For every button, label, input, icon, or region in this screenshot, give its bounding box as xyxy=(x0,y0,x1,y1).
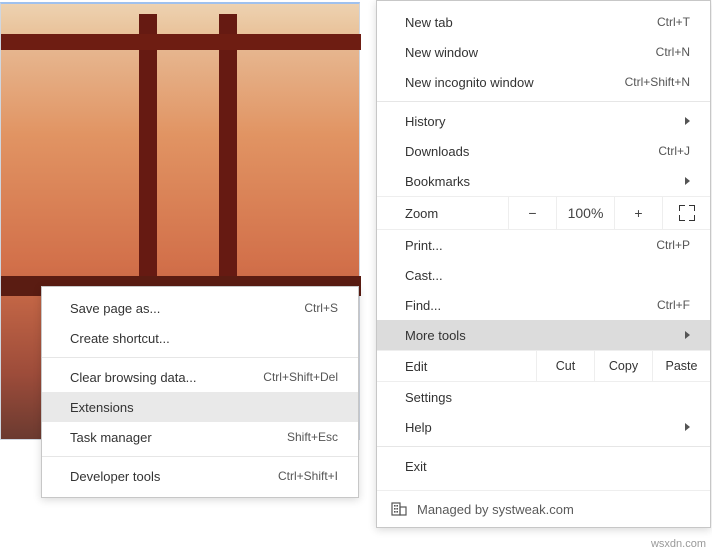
menu-new-incognito[interactable]: New incognito window Ctrl+Shift+N xyxy=(377,67,710,97)
edit-label: Edit xyxy=(377,351,536,381)
menu-label: Bookmarks xyxy=(405,174,677,189)
submenu-extensions[interactable]: Extensions xyxy=(42,392,358,422)
menu-find[interactable]: Find... Ctrl+F xyxy=(377,290,710,320)
menu-more-tools[interactable]: More tools xyxy=(377,320,710,350)
zoom-row: Zoom − 100% + xyxy=(377,196,710,230)
menu-accel: Ctrl+Shift+Del xyxy=(263,370,338,384)
menu-accel: Ctrl+J xyxy=(658,144,690,158)
menu-label: New window xyxy=(405,45,656,60)
menu-label: Exit xyxy=(405,459,690,474)
menu-label: Save page as... xyxy=(70,301,304,316)
menu-history[interactable]: History xyxy=(377,106,710,136)
menu-exit[interactable]: Exit xyxy=(377,451,710,481)
menu-print[interactable]: Print... Ctrl+P xyxy=(377,230,710,260)
submenu-create-shortcut[interactable]: Create shortcut... xyxy=(42,323,358,353)
edit-paste[interactable]: Paste xyxy=(652,351,710,381)
menu-label: Help xyxy=(405,420,677,435)
zoom-label: Zoom xyxy=(377,206,508,221)
menu-label: New tab xyxy=(405,15,657,30)
menu-accel: Ctrl+T xyxy=(657,15,690,29)
menu-label: Create shortcut... xyxy=(70,331,338,346)
fullscreen-icon xyxy=(679,205,695,221)
edit-cut[interactable]: Cut xyxy=(536,351,594,381)
menu-new-window[interactable]: New window Ctrl+N xyxy=(377,37,710,67)
separator xyxy=(42,357,358,358)
submenu-arrow-icon xyxy=(685,177,690,185)
menu-accel: Ctrl+P xyxy=(656,238,690,252)
menu-accel: Ctrl+Shift+I xyxy=(278,469,338,483)
menu-label: Clear browsing data... xyxy=(70,370,263,385)
menu-label: Developer tools xyxy=(70,469,278,484)
menu-label: New incognito window xyxy=(405,75,625,90)
menu-cast[interactable]: Cast... xyxy=(377,260,710,290)
menu-downloads[interactable]: Downloads Ctrl+J xyxy=(377,136,710,166)
menu-label: History xyxy=(405,114,677,129)
menu-label: Settings xyxy=(405,390,690,405)
submenu-task-manager[interactable]: Task manager Shift+Esc xyxy=(42,422,358,452)
edit-copy[interactable]: Copy xyxy=(594,351,652,381)
separator xyxy=(377,446,710,447)
menu-label: More tools xyxy=(405,328,677,343)
menu-accel: Shift+Esc xyxy=(287,430,338,444)
main-menu: New tab Ctrl+T New window Ctrl+N New inc… xyxy=(376,0,711,528)
menu-label: Task manager xyxy=(70,430,287,445)
submenu-clear-browsing[interactable]: Clear browsing data... Ctrl+Shift+Del xyxy=(42,362,358,392)
zoom-out-button[interactable]: − xyxy=(508,197,556,229)
menu-accel: Ctrl+S xyxy=(304,301,338,315)
fullscreen-button[interactable] xyxy=(662,197,710,229)
menu-label: Downloads xyxy=(405,144,658,159)
watermark: wsxdn.com xyxy=(651,538,706,550)
menu-label: Cast... xyxy=(405,268,690,283)
zoom-percent: 100% xyxy=(556,197,614,229)
edit-row: Edit Cut Copy Paste xyxy=(377,350,710,382)
menu-new-tab[interactable]: New tab Ctrl+T xyxy=(377,7,710,37)
more-tools-submenu: Save page as... Ctrl+S Create shortcut..… xyxy=(41,286,359,498)
organization-icon xyxy=(391,501,407,517)
menu-label: Extensions xyxy=(70,400,338,415)
menu-label: Print... xyxy=(405,238,656,253)
zoom-in-button[interactable]: + xyxy=(614,197,662,229)
menu-accel: Ctrl+N xyxy=(656,45,690,59)
managed-label: Managed by systweak.com xyxy=(417,502,574,517)
submenu-arrow-icon xyxy=(685,331,690,339)
menu-settings[interactable]: Settings xyxy=(377,382,710,412)
submenu-developer-tools[interactable]: Developer tools Ctrl+Shift+I xyxy=(42,461,358,491)
submenu-save-page[interactable]: Save page as... Ctrl+S xyxy=(42,293,358,323)
separator xyxy=(377,101,710,102)
managed-by-row[interactable]: Managed by systweak.com xyxy=(377,490,710,527)
submenu-arrow-icon xyxy=(685,117,690,125)
menu-help[interactable]: Help xyxy=(377,412,710,442)
submenu-arrow-icon xyxy=(685,423,690,431)
menu-accel: Ctrl+Shift+N xyxy=(625,75,690,89)
menu-label: Find... xyxy=(405,298,657,313)
menu-bookmarks[interactable]: Bookmarks xyxy=(377,166,710,196)
menu-accel: Ctrl+F xyxy=(657,298,690,312)
separator xyxy=(42,456,358,457)
